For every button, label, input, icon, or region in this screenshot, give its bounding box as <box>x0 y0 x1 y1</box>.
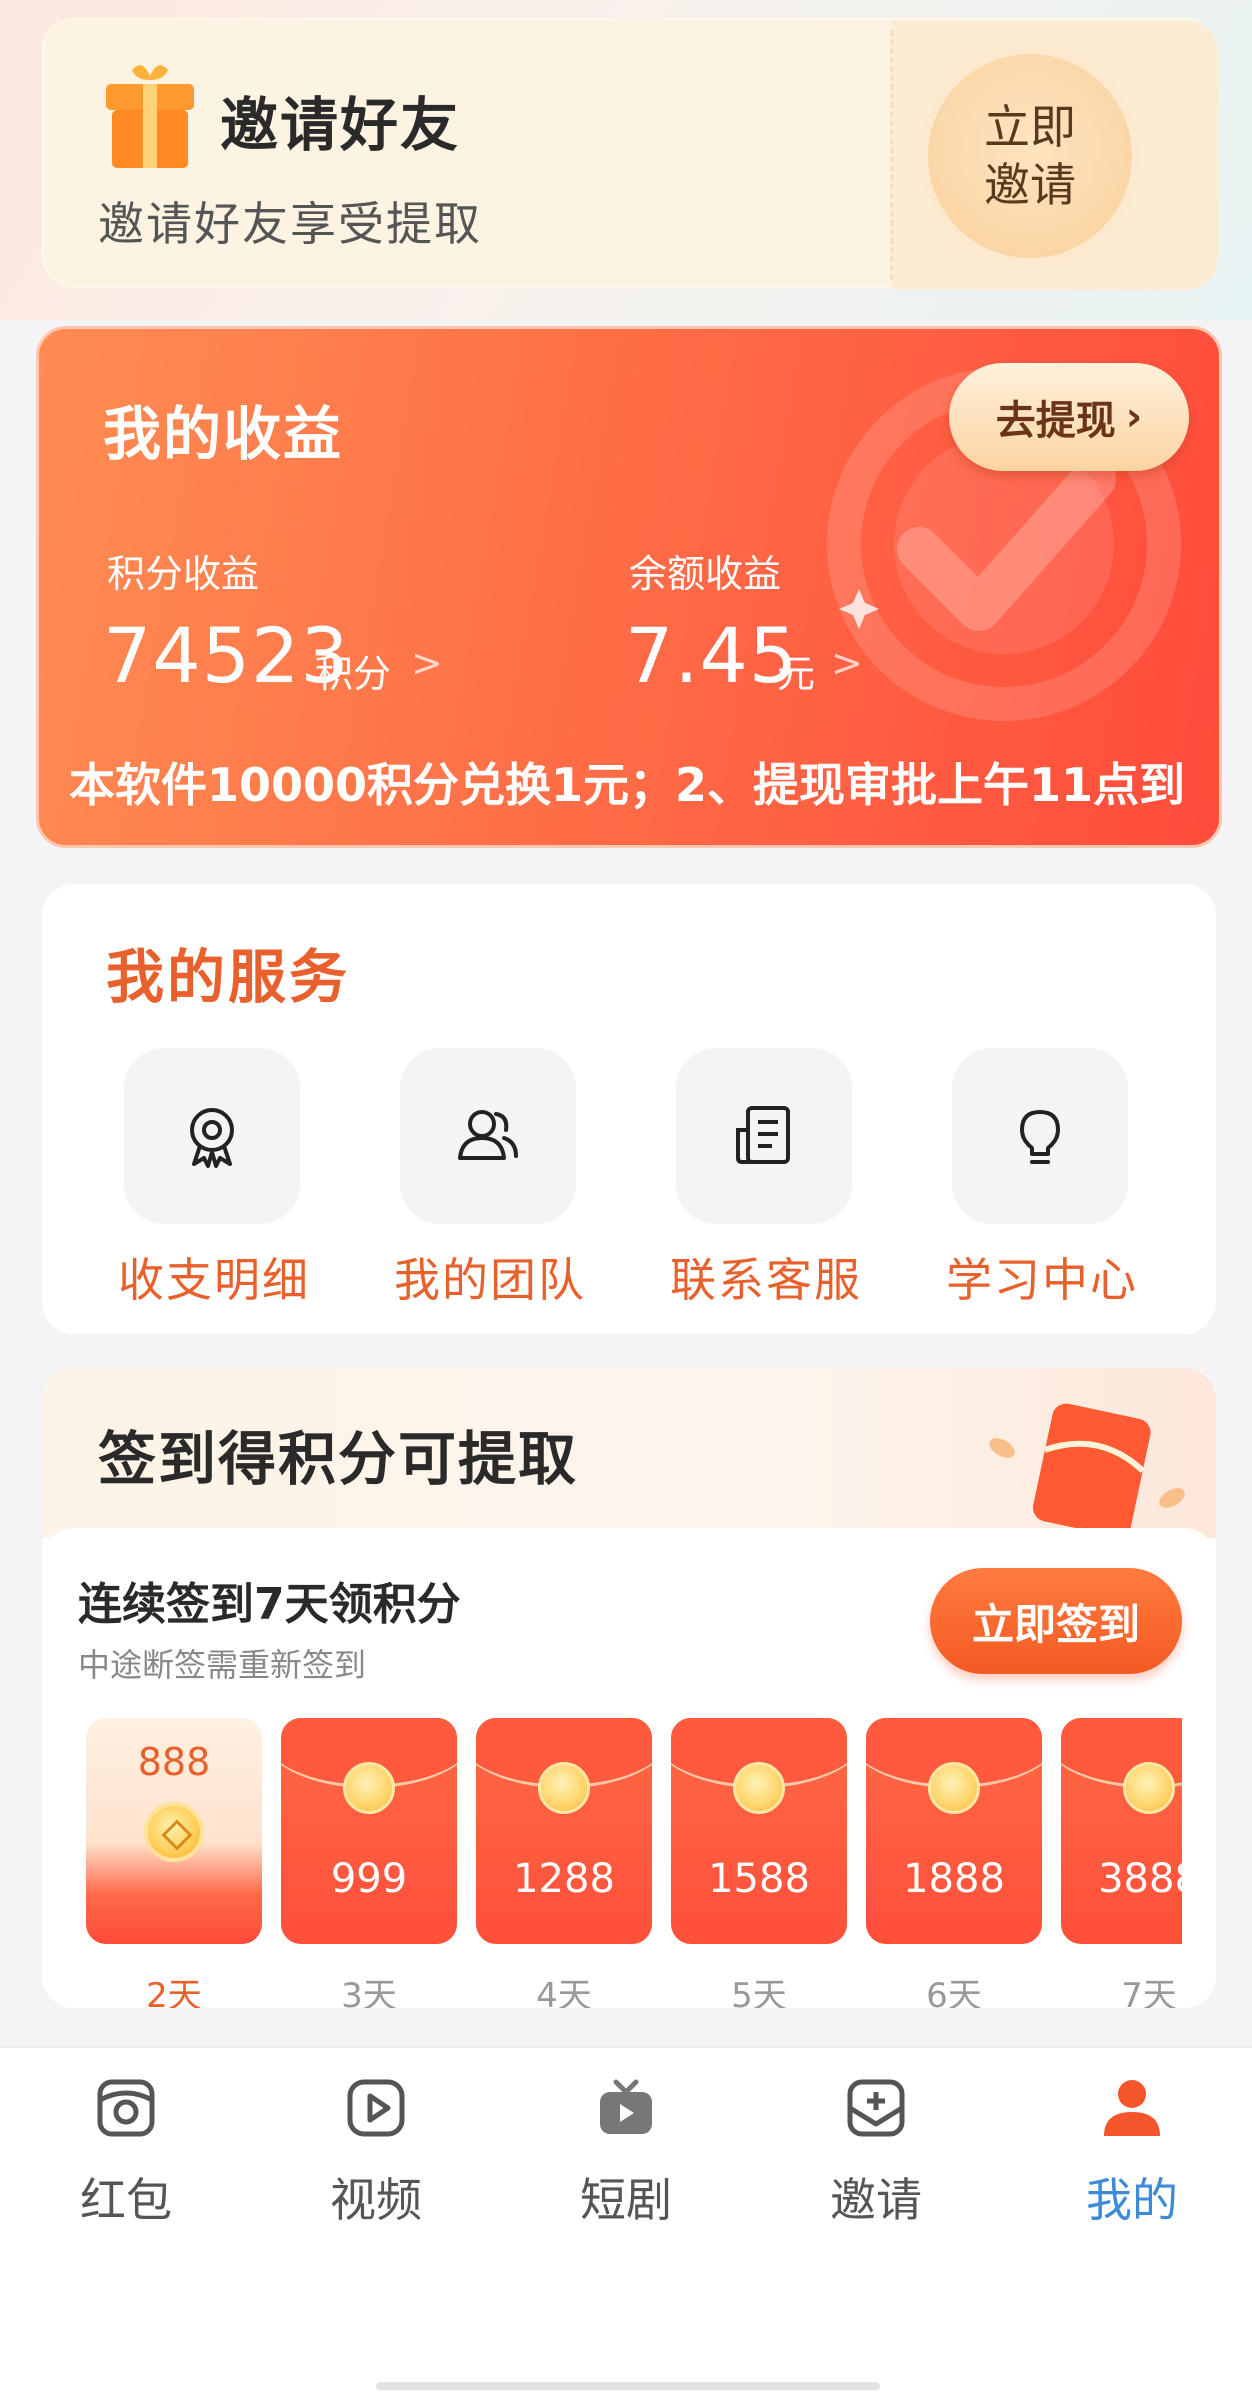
coin-icon <box>1123 1762 1175 1814</box>
day-label: 7天 <box>1121 1976 1177 2008</box>
day-label: 2天 <box>146 1976 202 2008</box>
checkin-day[interactable]: 888 2天 <box>86 1718 262 2008</box>
coin-icon <box>144 1802 204 1862</box>
red-packet-decoration-icon <box>989 1403 1185 1537</box>
packet-amount: 3888 <box>1098 1856 1182 1902</box>
balance-chevron-icon[interactable]: > <box>831 641 863 685</box>
service-label: 学习中心 <box>946 1253 1138 1307</box>
packet-amount: 888 <box>137 1740 211 1784</box>
packet-amount: 1888 <box>903 1856 1005 1902</box>
points-chevron-icon[interactable]: > <box>411 641 443 685</box>
tab-profile[interactable]: 我的 <box>1032 2068 1232 2228</box>
packet-amount: 999 <box>330 1856 408 1902</box>
checkin-day[interactable]: 1888 6天 <box>866 1718 1042 2008</box>
chevron-right-icon: › <box>1125 394 1143 440</box>
invite-button-line2: 邀请 <box>984 158 1076 212</box>
profile-icon <box>1104 2080 1160 2136</box>
coin-icon <box>538 1762 590 1814</box>
points-unit: 积分 <box>315 652 392 696</box>
service-icon-box <box>124 1048 300 1224</box>
service-label: 我的团队 <box>394 1253 586 1307</box>
tab-label: 邀请 <box>830 2173 922 2227</box>
service-icon-box <box>400 1048 576 1224</box>
day-label: 5天 <box>731 1976 787 2008</box>
invite-divider <box>890 30 893 280</box>
invite-subtitle: 邀请好友享受提取 <box>98 197 482 251</box>
tab-video[interactable]: 视频 <box>276 2068 476 2228</box>
red-packet: 1588 <box>671 1718 847 1944</box>
service-customer-support[interactable]: 联系客服 <box>646 1048 886 1318</box>
earnings-card: 我的收益 去提现 › 积分收益 74523 积分 > 余额收益 7.45 元 >… <box>36 326 1222 848</box>
day-label: 6天 <box>926 1976 982 2008</box>
service-my-team[interactable]: 我的团队 <box>370 1048 610 1318</box>
packet-amount: 1588 <box>708 1856 810 1902</box>
tab-label: 视频 <box>330 2173 422 2227</box>
tab-label: 我的 <box>1086 2173 1178 2227</box>
service-icon-box <box>952 1048 1128 1224</box>
invite-now-button[interactable]: 立即 邀请 <box>928 54 1132 258</box>
tab-invite[interactable]: 邀请 <box>776 2068 976 2228</box>
notice-ticker: 本软件10000积分兑换1元；2、提现审批上午11点到 <box>69 749 1209 819</box>
day-label: 4天 <box>536 1976 592 2008</box>
coin-icon <box>928 1762 980 1814</box>
notice-text: 本软件10000积分兑换1元；2、提现审批上午11点到 <box>69 758 1186 812</box>
service-icon-box <box>676 1048 852 1224</box>
tab-label: 短剧 <box>580 2173 672 2227</box>
checkin-card: 签到得积分可提取 连续签到7天领积分 中途断签需重新签到 立即签到 888 2天 <box>42 1368 1216 2008</box>
balance-unit: 元 <box>777 652 816 696</box>
invite-card[interactable]: 邀请好友 邀请好友享受提取 立即 邀请 <box>42 18 1218 290</box>
checkin-header: 签到得积分可提取 <box>42 1368 1216 1538</box>
badge-icon <box>190 1108 234 1168</box>
home-indicator[interactable] <box>376 2382 880 2390</box>
service-income-details[interactable]: 收支明细 <box>94 1048 334 1318</box>
red-packet: 1888 <box>866 1718 1042 1944</box>
team-icon <box>458 1110 518 1160</box>
points-value[interactable]: 74523 <box>103 611 350 700</box>
red-packet-icon <box>97 2079 155 2137</box>
red-packet: 3888 <box>1061 1718 1182 1944</box>
day-label: 3天 <box>341 1976 397 2008</box>
tab-red-packet[interactable]: 红包 <box>26 2068 226 2228</box>
streak-title: 连续签到7天领积分 <box>78 1579 461 1630</box>
withdraw-button[interactable]: 去提现 › <box>949 363 1189 471</box>
checkin-days-strip[interactable]: 888 2天 999 3天 1288 4天 1588 5天 1888 6天 38… <box>86 1718 1182 2008</box>
checkin-body: 连续签到7天领积分 中途断签需重新签到 立即签到 888 2天 999 3天 1… <box>42 1528 1216 2008</box>
service-label: 收支明细 <box>118 1253 310 1307</box>
gift-icon <box>106 65 194 168</box>
invite-title: 邀请好友 <box>220 91 461 159</box>
red-packet: 1288 <box>476 1718 652 1944</box>
invite-icon <box>847 2079 905 2137</box>
withdraw-label: 去提现 <box>995 398 1116 444</box>
checkin-title: 签到得积分可提取 <box>98 1425 579 1493</box>
earnings-title: 我的收益 <box>103 400 344 468</box>
tv-icon <box>600 2079 652 2134</box>
invite-button-line1: 立即 <box>984 100 1076 154</box>
tab-label: 红包 <box>80 2173 172 2227</box>
document-icon <box>736 1106 790 1164</box>
checkin-day[interactable]: 1588 5天 <box>671 1718 847 2008</box>
coin-icon <box>733 1762 785 1814</box>
service-label: 联系客服 <box>670 1253 862 1307</box>
balance-label: 余额收益 <box>629 552 782 596</box>
points-label: 积分收益 <box>107 552 260 596</box>
red-packet: 888 <box>86 1718 262 1944</box>
video-icon <box>347 2079 405 2137</box>
tab-short-drama[interactable]: 短剧 <box>526 2068 726 2228</box>
checkin-day[interactable]: 999 3天 <box>281 1718 457 2008</box>
streak-subtitle: 中途断签需重新签到 <box>78 1646 367 1684</box>
services-title: 我的服务 <box>106 943 351 1011</box>
check-in-button[interactable]: 立即签到 <box>930 1568 1182 1674</box>
balance-value[interactable]: 7.45 <box>625 611 798 700</box>
bottom-tab-bar: 红包 视频 短剧 邀请 我的 <box>0 2046 1252 2396</box>
checkin-day[interactable]: 3888 7天 <box>1061 1718 1182 2008</box>
services-card: 我的服务 收支明细 我的团队 联系客服 学习中心 <box>42 884 1216 1334</box>
checkin-day[interactable]: 1288 4天 <box>476 1718 652 2008</box>
lightbulb-icon <box>1020 1110 1060 1164</box>
coin-icon <box>343 1762 395 1814</box>
service-learning-center[interactable]: 学习中心 <box>922 1048 1162 1318</box>
red-packet: 999 <box>281 1718 457 1944</box>
packet-amount: 1288 <box>513 1856 615 1902</box>
